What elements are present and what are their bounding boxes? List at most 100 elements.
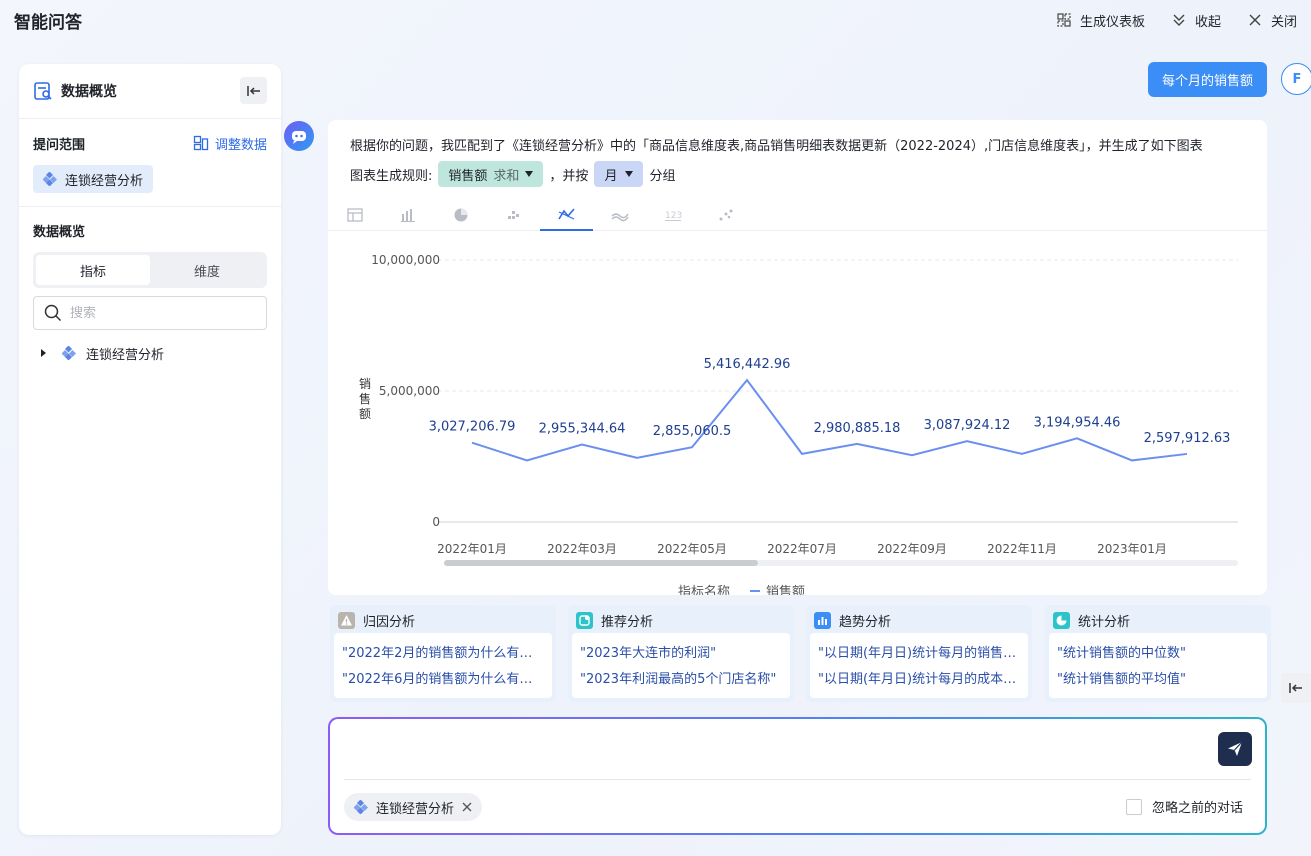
search-icon [44, 304, 62, 322]
x-tick-label: 2022年03月 [547, 542, 617, 556]
input-scope-chip: 连锁经营分析 [344, 793, 483, 821]
close-button[interactable]: 关闭 [1247, 11, 1297, 30]
ignore-previous-checkbox[interactable] [1125, 798, 1142, 815]
input-divider [344, 779, 1251, 780]
x-tick-label: 2022年01月 [437, 542, 507, 556]
suggestion-item[interactable]: "2023年大连市的利润" [580, 641, 782, 667]
suggestion-body: "以日期(年月日)统计每月的销售额" "以日期(年月日)统计每月的成本金额" [810, 633, 1028, 698]
metric-label: 销售额 [448, 168, 488, 184]
collapse-button[interactable]: 收起 [1171, 11, 1221, 30]
close-icon [1249, 14, 1261, 26]
y-axis-label: 销 [359, 377, 371, 391]
tab-number-chart[interactable]: 123 [646, 198, 699, 231]
question-input[interactable] [344, 731, 1204, 771]
search-input[interactable] [70, 305, 250, 321]
panel-collapse-button[interactable] [240, 77, 267, 104]
x-tick-label: 2022年09月 [877, 542, 947, 556]
legend-title: 指标名称 [678, 584, 730, 595]
collapse-label: 收起 [1194, 14, 1221, 30]
rule-prefix: 图表生成规则: [350, 168, 433, 184]
close-icon[interactable] [462, 802, 472, 812]
scope-label: 提问范围 [33, 137, 86, 153]
data-label: 3,194,954.46 [1034, 415, 1121, 430]
tab-pie-chart[interactable] [434, 198, 487, 231]
suggestion-item[interactable]: "以日期(年月日)统计每月的成本金额" [818, 667, 1020, 693]
data-label: 5,416,442.96 [704, 357, 791, 372]
question-input-inner: 连锁经营分析 忽略之前的对话 [330, 719, 1265, 833]
search-box [33, 296, 267, 330]
table-icon [346, 207, 363, 222]
suggestion-item[interactable]: "以日期(年月日)统计每月的销售额" [818, 641, 1020, 667]
data-overview-icon [34, 82, 52, 100]
adjust-icon [193, 135, 209, 151]
suggestion-body: "2023年大连市的利润" "2023年利润最高的5个门店名称" [572, 633, 790, 698]
metric-dimension-switch: 指标 维度 [33, 252, 267, 288]
dataset-icon [62, 346, 76, 360]
tab-scatter-chart[interactable] [487, 198, 540, 231]
area-chart-icon [610, 212, 629, 221]
suggestion-header: 推荐分析 [568, 605, 794, 636]
tree-item-label: 连锁经营分析 [86, 347, 165, 363]
y-tick-label: 0 [432, 515, 440, 529]
suggestion-body: "统计销售额的中位数" "统计销售额的平均值" [1049, 633, 1267, 698]
suggestion-item[interactable]: "统计销售额的中位数" [1057, 641, 1259, 667]
number-icon: 123 [664, 211, 682, 221]
pie-chart-icon [454, 208, 467, 221]
chevrons-down-icon [1173, 14, 1185, 26]
top-bar: 智能问答 生成仪表板 收起 关闭 [0, 0, 1311, 40]
scope-chip[interactable]: 连锁经营分析 [33, 165, 154, 193]
suggestion-item[interactable]: "2023年利润最高的5个门店名称" [580, 667, 782, 693]
suggestion-title: 归因分析 [363, 615, 416, 630]
suggestion-item[interactable]: "2022年2月的销售额为什么有异常" [342, 641, 544, 667]
data-label: 2,597,912.63 [1144, 431, 1231, 446]
rule-mid: ，并按 [549, 168, 589, 184]
y-axis-label: 售 [359, 391, 371, 406]
left-panel-header: 数据概览 [19, 64, 281, 119]
caret-right-icon[interactable] [41, 349, 46, 357]
question-input-box: 连锁经营分析 忽略之前的对话 [328, 717, 1267, 835]
app-title: 智能问答 [14, 12, 82, 33]
user-question-bubble[interactable]: 每个月的销售额 [1148, 62, 1267, 97]
suggestion-card-statistics: 统计分析 "统计销售额的中位数" "统计销售额的平均值" [1045, 605, 1271, 702]
aggregation-label: 求和 [493, 168, 520, 184]
answer-text: 根据你的问题，我匹配到了《连锁经营分析》中的「商品信息维度表,商品销售明细表数据… [350, 139, 1203, 154]
user-avatar[interactable]: F [1281, 63, 1311, 95]
tab-dimensions[interactable]: 维度 [150, 255, 264, 285]
data-label: 2,980,885.18 [814, 421, 901, 436]
send-button[interactable] [1218, 732, 1252, 766]
chart-scrollbar-thumb [444, 560, 758, 566]
adjust-data-label: 调整数据 [214, 137, 267, 153]
data-label: 3,087,924.12 [924, 418, 1011, 433]
tab-table-chart[interactable] [328, 198, 381, 231]
metric-selector[interactable]: 销售额 求和 [438, 161, 544, 187]
trend-icon [814, 612, 831, 629]
right-panel-toggle-button[interactable] [1281, 673, 1311, 703]
suggestion-header: 统计分析 [1045, 605, 1271, 636]
adjust-data-button[interactable]: 调整数据 [193, 134, 267, 153]
top-actions: 生成仪表板 收起 关闭 [1056, 11, 1297, 30]
suggestion-title: 趋势分析 [839, 615, 892, 630]
generate-dashboard-button[interactable]: 生成仪表板 [1056, 11, 1145, 30]
divider [19, 206, 281, 207]
suggestion-item[interactable]: "2022年6月的销售额为什么有异常" [342, 667, 544, 693]
collapse-left-icon [1289, 683, 1302, 693]
tab-dots-chart[interactable] [699, 198, 752, 231]
bot-icon [292, 131, 306, 144]
tab-metrics[interactable]: 指标 [36, 255, 150, 285]
legend-series-name: 销售额 [766, 584, 805, 595]
tab-bar-chart[interactable] [381, 198, 434, 231]
suggestion-item[interactable]: "统计销售额的平均值" [1057, 667, 1259, 693]
rule-suffix: 分组 [649, 168, 676, 184]
y-tick-label: 10,000,000 [371, 253, 440, 267]
line-chart-icon [557, 207, 575, 220]
dimension-label: 月 [604, 168, 618, 184]
tab-area-chart[interactable] [593, 198, 646, 231]
tab-line-chart[interactable] [540, 198, 593, 231]
dataset-icon [43, 172, 57, 186]
tree-item[interactable]: 连锁经营分析 [33, 343, 267, 363]
x-tick-label: 2022年07月 [767, 542, 837, 556]
input-chip-label: 连锁经营分析 [376, 801, 455, 817]
x-tick-label: 2023年01月 [1097, 542, 1167, 556]
generate-dashboard-label: 生成仪表板 [1079, 14, 1145, 30]
dimension-selector[interactable]: 月 [594, 161, 644, 187]
